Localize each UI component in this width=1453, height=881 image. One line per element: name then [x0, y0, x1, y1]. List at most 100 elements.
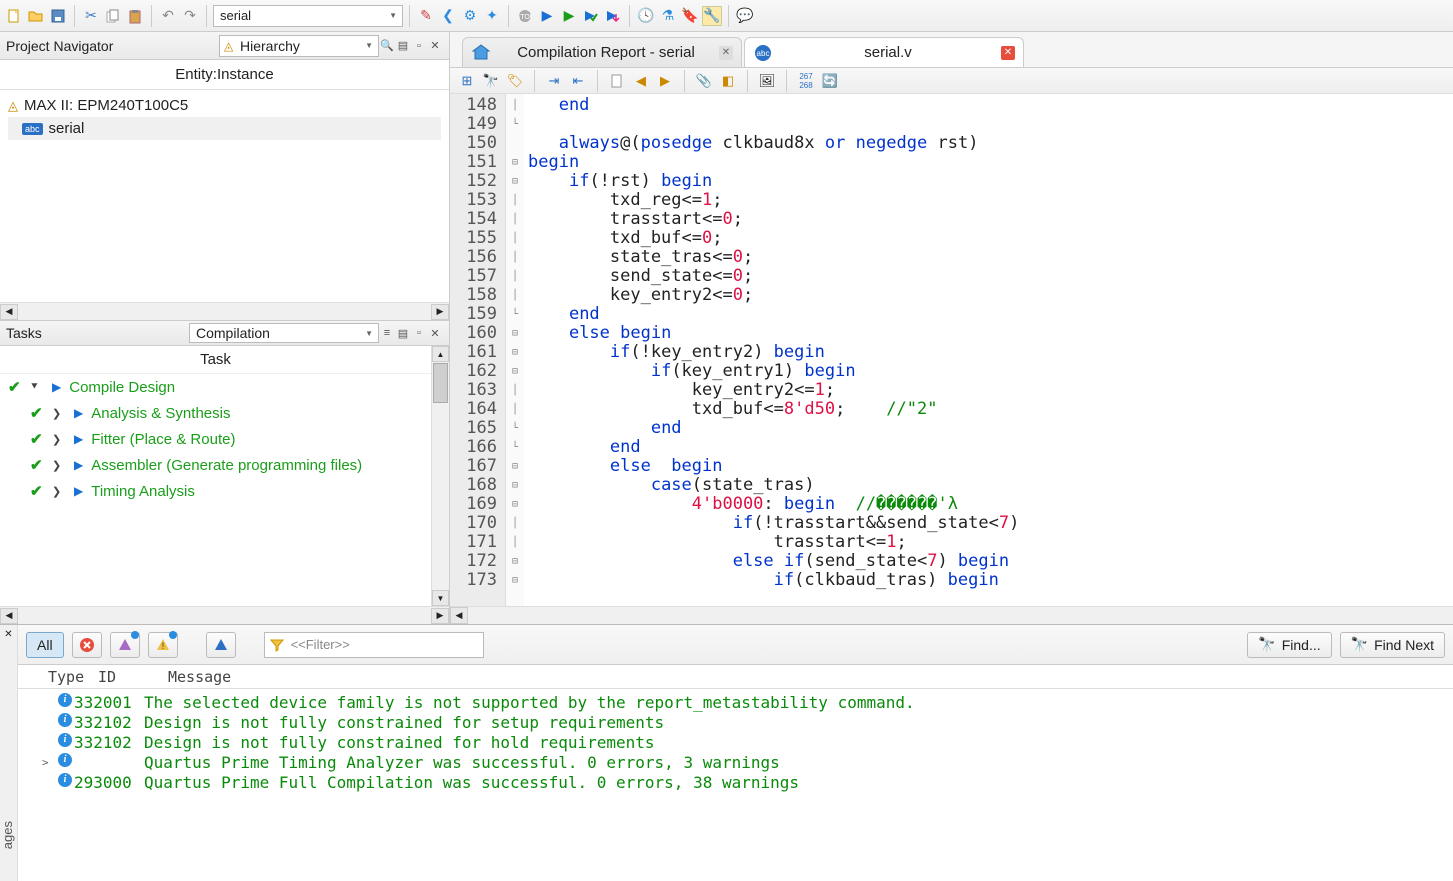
close-messages-icon[interactable]: ✕ [2, 627, 16, 641]
run-check-icon[interactable] [581, 6, 601, 26]
close-tab-icon[interactable]: ✕ [719, 46, 733, 60]
close-tab-icon[interactable]: ✕ [1001, 46, 1015, 60]
undock-icon[interactable]: ▫ [411, 38, 427, 54]
code-content[interactable]: end always@(posedge clkbaud8x or negedge… [524, 94, 1453, 606]
clock-icon[interactable]: 🕓 [636, 6, 656, 26]
task-row[interactable]: ✔❯▶Assembler (Generate programming files… [0, 452, 431, 478]
message-row[interactable]: i332102Design is not fully constrained f… [42, 713, 1445, 733]
expander-icon[interactable]: ❯ [52, 485, 66, 498]
expander-icon[interactable]: ❯ [52, 407, 66, 420]
expand-panel-icon[interactable]: ▤ [395, 38, 411, 54]
insert-icon[interactable]: ◧ [719, 72, 737, 90]
scroll-left-icon[interactable]: ◀ [0, 304, 18, 320]
chat-icon[interactable]: 💬 [735, 6, 755, 26]
tasks-flow-selector[interactable]: Compilation [189, 323, 379, 343]
message-row[interactable]: i332102Design is not fully constrained f… [42, 733, 1445, 753]
message-row[interactable]: >iQuartus Prime Timing Analyzer was succ… [42, 753, 1445, 773]
outdent-icon[interactable]: ⇤ [569, 72, 587, 90]
filter-warning-button[interactable]: ! [148, 632, 178, 658]
scroll-thumb[interactable] [433, 363, 448, 403]
message-filter-input[interactable]: <<Filter>> [264, 632, 484, 658]
messages-tab-label[interactable]: ages [0, 821, 15, 849]
open-folder-icon[interactable] [26, 6, 46, 26]
task-row[interactable]: ✔❯▶Fitter (Place & Route) [0, 426, 431, 452]
scroll-left-icon[interactable]: ◀ [450, 607, 468, 624]
tab-serial-file[interactable]: abc serial.v ✕ [744, 37, 1024, 67]
scroll-right-icon[interactable]: ▶ [431, 608, 449, 624]
message-row[interactable]: i332001The selected device family is not… [42, 693, 1445, 713]
undo-icon[interactable]: ↶ [158, 6, 178, 26]
expander-icon[interactable]: ❯ [52, 459, 66, 472]
editor-hscroll[interactable]: ◀ [450, 606, 1453, 624]
task-row[interactable]: ✔⯆▶Compile Design [0, 374, 431, 400]
bookmark-toggle-icon[interactable]: 🏷 [506, 72, 524, 90]
play-icon[interactable]: ▶ [52, 380, 61, 394]
find-button[interactable]: 🔭Find... [1247, 632, 1331, 658]
redo-icon[interactable]: ↷ [180, 6, 200, 26]
highlight-icon[interactable]: 🔧 [702, 6, 722, 26]
tasks-expand-icon[interactable]: ▤ [395, 325, 411, 341]
scroll-left-icon[interactable]: ◀ [0, 608, 18, 624]
fold-column[interactable]: │└⊟⊟││││││└⊟⊟⊟││└└⊟⊟⊟││⊟⊟ [506, 94, 524, 606]
copy-icon[interactable] [103, 6, 123, 26]
tasks-options-icon[interactable]: ≡ [379, 325, 395, 341]
prev-mark-icon[interactable]: ◀ [632, 72, 650, 90]
filter-error-button[interactable] [72, 632, 102, 658]
scroll-right-icon[interactable]: ▶ [431, 304, 449, 320]
run-analysis-icon[interactable]: ▶ [559, 6, 579, 26]
cut-icon[interactable]: ✂ [81, 6, 101, 26]
scroll-down-icon[interactable]: ▼ [432, 590, 449, 606]
paste-icon[interactable] [125, 6, 145, 26]
expander-icon[interactable]: > [42, 753, 56, 773]
image-icon[interactable]: 🖼 [758, 72, 776, 90]
tag-icon[interactable]: 🔖 [680, 6, 700, 26]
settings-blue-icon[interactable]: ⚙ [460, 6, 480, 26]
filter-all-button[interactable]: All [26, 632, 64, 658]
scroll-up-icon[interactable]: ▲ [432, 346, 449, 362]
stop-icon[interactable]: STOP [515, 6, 535, 26]
check-syntax-icon[interactable]: ✎ [416, 6, 436, 26]
filter-critical-button[interactable] [110, 632, 140, 658]
hierarchy-selector[interactable]: Hierarchy [219, 35, 379, 57]
play-icon[interactable]: ▶ [74, 458, 83, 472]
find-next-button[interactable]: 🔭Find Next [1340, 632, 1445, 658]
tasks-vscroll[interactable]: ▲ ▼ [431, 346, 449, 606]
expander-icon[interactable]: ⯆ [30, 381, 44, 394]
close-panel-icon[interactable]: ✕ [427, 38, 443, 54]
entity-row[interactable]: abc serial [8, 117, 441, 140]
code-editor[interactable]: 1481491501511521531541551561571581591601… [450, 94, 1453, 606]
tasks-close-icon[interactable]: ✕ [427, 325, 443, 341]
tasks-hscroll[interactable]: ◀ ▶ [0, 606, 449, 624]
filter-info-button[interactable] [206, 632, 236, 658]
message-row[interactable]: i293000Quartus Prime Full Compilation wa… [42, 773, 1445, 793]
scroll-track[interactable] [18, 304, 431, 320]
project-selector[interactable]: serial [213, 5, 403, 27]
device-row[interactable]: ◬ MAX II: EPM240T100C5 [8, 94, 441, 117]
new-doc-icon[interactable] [608, 72, 626, 90]
task-row[interactable]: ✔❯▶Analysis & Synthesis [0, 400, 431, 426]
refresh-icon[interactable]: 🔄 [821, 72, 839, 90]
play-icon[interactable]: ▶ [74, 432, 83, 446]
expander-icon[interactable]: ❯ [52, 433, 66, 446]
nav-back-icon[interactable]: ❮ [438, 6, 458, 26]
search-icon[interactable]: 🔍 [379, 38, 395, 54]
navigator-hscroll[interactable]: ◀ ▶ [0, 302, 449, 320]
run-icon[interactable]: ▶ [537, 6, 557, 26]
save-icon[interactable] [48, 6, 68, 26]
line-267-icon[interactable]: 267268 [797, 72, 815, 90]
next-mark-icon[interactable]: ▶ [656, 72, 674, 90]
show-whitespace-icon[interactable]: ⊞ [458, 72, 476, 90]
binoculars-icon[interactable]: 🔭 [482, 72, 500, 90]
task-row[interactable]: ✔❯▶Timing Analysis [0, 478, 431, 504]
tab-compilation-report[interactable]: Compilation Report - serial ✕ [462, 37, 742, 67]
new-file-icon[interactable] [4, 6, 24, 26]
scroll-track[interactable] [432, 404, 449, 590]
diamond-icon[interactable]: ✦ [482, 6, 502, 26]
play-icon[interactable]: ▶ [74, 484, 83, 498]
lab-icon[interactable]: ⚗ [658, 6, 678, 26]
scroll-track[interactable] [468, 607, 1453, 624]
indent-icon[interactable]: ⇥ [545, 72, 563, 90]
run-down-icon[interactable] [603, 6, 623, 26]
attach-icon[interactable]: 📎 [695, 72, 713, 90]
play-icon[interactable]: ▶ [74, 406, 83, 420]
